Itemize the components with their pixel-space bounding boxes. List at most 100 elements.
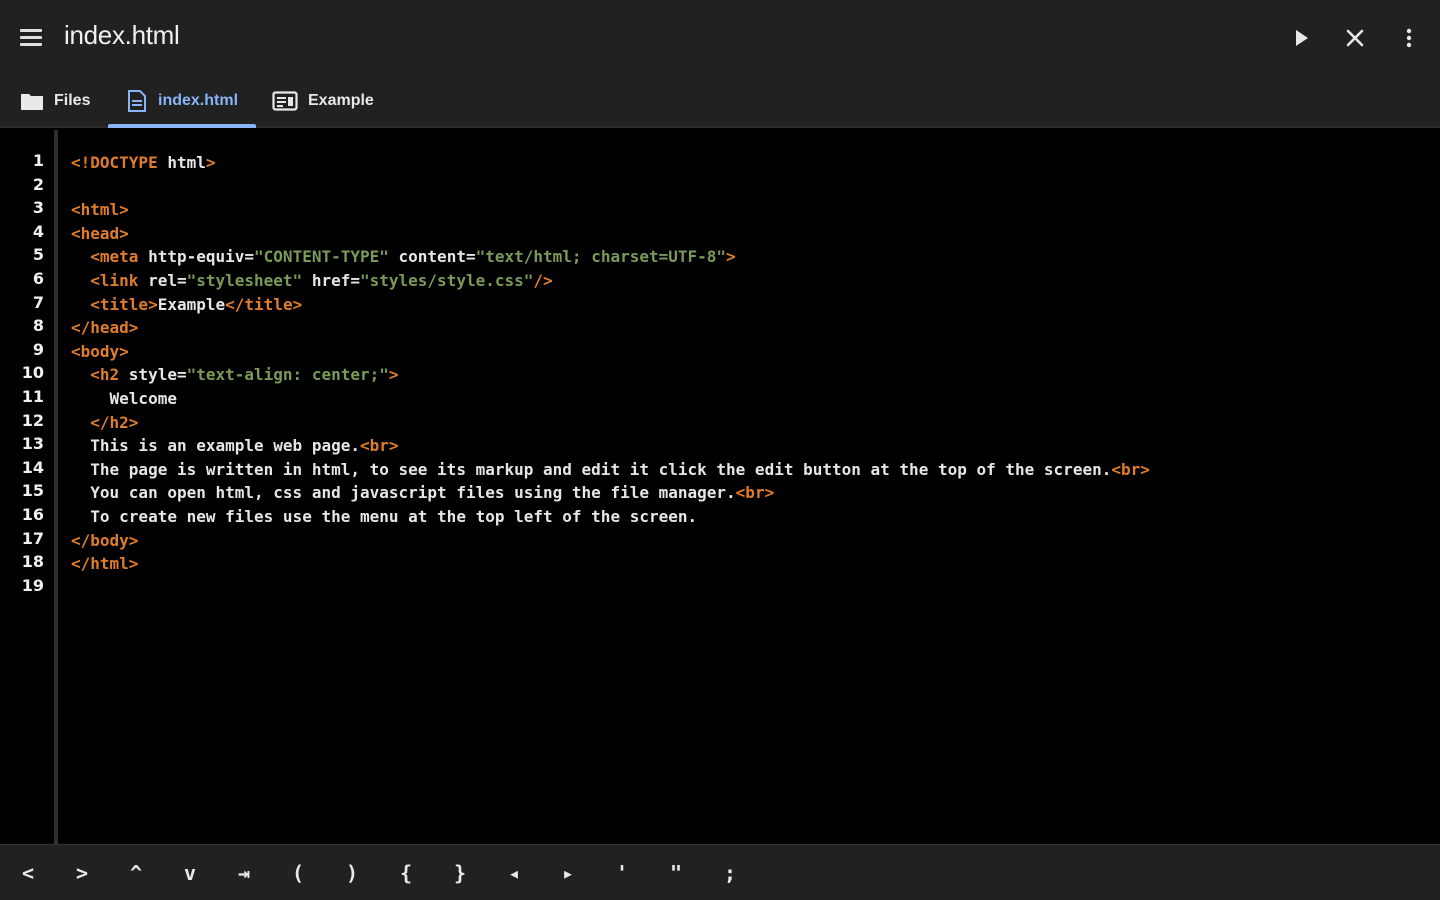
code-token: "CONTENT-TYPE" [254,247,389,267]
tab-label: Example [308,92,374,109]
line-number: 17 [21,528,44,548]
code-token: To create new files use the menu at the … [71,507,698,526]
cursor-right-key[interactable]: > [55,845,109,900]
line-number: 11 [21,387,44,406]
code-token: </html> [71,554,139,574]
code-token: content= [388,247,476,267]
cursor-up-key[interactable]: ^ [109,845,163,900]
close-brace-key[interactable]: } [433,845,487,900]
line-number: 18 [21,552,44,572]
code-line[interactable]: <title>Example</title> [71,293,302,317]
code-line[interactable]: </h2> [71,411,138,435]
close-button[interactable] [1335,18,1375,58]
line-number: 16 [21,505,44,524]
code-line[interactable]: <body> [71,340,129,364]
code-editor[interactable]: 1 2 3 4 5 6 7 8 9 10 11 12 13 14 15 16 17 18 19 <!DOCTYPE … [0,130,1440,844]
app-bar: index.html [0,0,1440,74]
code-area[interactable]: <!DOCTYPE html> <html> <head> <meta http-e… [71,130,1440,844]
close-paren-key[interactable]: ) [325,845,379,900]
code-token: <!DOCTYPE [71,153,168,172]
tab-bar: Files index.html Example [0,74,1440,128]
semicolon-key[interactable]: ; [703,845,757,900]
line-number: 14 [21,457,44,477]
line-number: 13 [21,434,44,454]
code-line[interactable]: <html> [71,198,129,222]
single-quote-key[interactable]: ' [595,845,649,900]
tab-key[interactable]: ⇥ [217,845,271,900]
line-number: 2 [32,174,44,194]
code-line[interactable]: Welcome [71,387,177,411]
code-token: </head> [71,318,139,338]
code-line[interactable]: </html> [71,552,138,576]
code-token: "text/html; charset=UTF-8" [475,247,727,267]
line-number: 3 [32,198,44,218]
code-token: </h2> [90,412,139,432]
code-token: html [167,153,206,172]
less-than-key[interactable]: ◂ [487,845,541,900]
line-number: 10 [21,363,44,383]
code-line[interactable]: </head> [71,316,138,340]
code-token: <head> [71,223,129,243]
tab-label: index.html [158,92,239,109]
code-line[interactable]: <h2 style="text-align: center;"> [71,363,399,387]
code-token: </body> [71,530,139,550]
code-token: http-equiv= [148,247,255,267]
cursor-down-key[interactable]: v [163,845,217,900]
open-brace-key[interactable]: { [379,845,433,900]
line-number: 12 [21,410,44,430]
code-token: /> [533,271,553,290]
code-line[interactable]: </body> [71,529,138,553]
code-line[interactable]: The page is written in html, to see its … [71,458,1150,482]
line-number: 15 [21,481,44,501]
tab-index-html[interactable]: index.html [107,74,257,128]
document-icon [126,90,148,112]
code-token: <title> [90,294,158,314]
folder-icon [20,91,44,111]
code-token: <br> [735,483,775,503]
cursor-left-key[interactable]: < [1,845,55,900]
overflow-menu-button[interactable] [1389,18,1429,58]
code-token: <meta [90,247,149,267]
more-vert-icon [1406,28,1412,48]
line-number: 6 [32,269,44,288]
code-line[interactable]: <link rel="stylesheet" href="styles/styl… [71,269,553,293]
line-number: 9 [32,339,44,359]
line-number: 5 [32,245,44,265]
greater-than-key[interactable]: ▸ [541,845,595,900]
code-token: > [388,365,399,385]
code-line[interactable]: To create new files use the menu at the … [71,505,697,529]
page-title: index.html [64,20,180,50]
line-number: 19 [21,575,44,595]
code-token: > [726,247,736,267]
line-number: 7 [32,292,44,312]
code-token: Welcome [71,389,177,408]
line-number-gutter: 1 2 3 4 5 6 7 8 9 10 11 12 13 14 15 16 17 18 19 [0,130,58,844]
tab-files[interactable]: Files [20,74,90,128]
line-number: 4 [32,221,44,241]
code-token: <link [90,271,149,290]
code-line[interactable]: This is an example web page.<br> [71,434,398,458]
hamburger-menu-icon[interactable] [16,22,48,54]
code-line[interactable]: You can open html, css and javascript fi… [71,481,774,505]
code-token: </title> [225,294,303,314]
code-token: "styles/style.css" [359,271,534,290]
double-quote-key[interactable]: " [649,845,703,900]
code-token: <h2 [90,365,129,385]
play-icon [1296,30,1308,46]
code-token: > [205,153,216,172]
tab-example[interactable]: Example [272,74,374,128]
code-token: <body> [71,341,129,361]
code-token: <br> [1111,459,1150,479]
run-button[interactable] [1281,18,1321,58]
code-line[interactable]: <meta http-equiv="CONTENT-TYPE" content=… [71,245,736,269]
code-line[interactable]: <head> [71,222,129,246]
extra-keys-bar: < > ^ v ⇥(){} ◂ ▸ ' "; [0,844,1440,900]
open-paren-key[interactable]: ( [271,845,325,900]
code-token: style= [128,365,187,385]
code-line[interactable]: <!DOCTYPE html> [71,151,216,175]
